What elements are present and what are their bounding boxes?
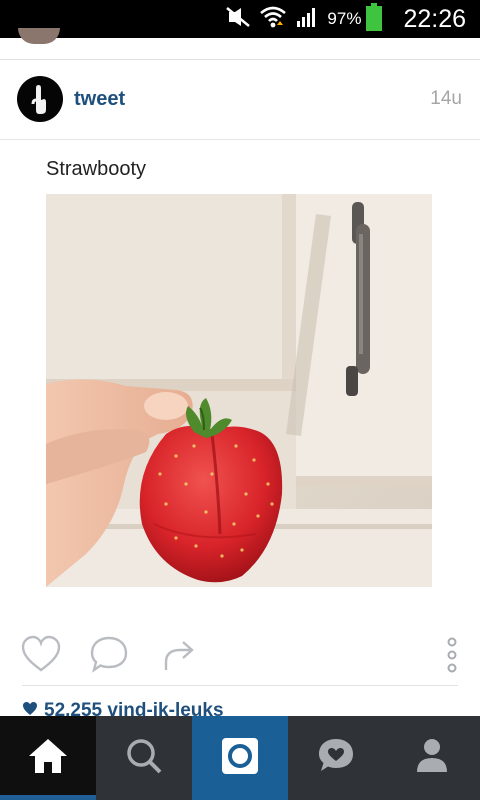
signal-icon — [295, 6, 319, 33]
battery-percent: 97% — [327, 9, 362, 28]
home-icon — [26, 736, 70, 781]
clock: 22:26 — [403, 4, 466, 33]
nav-search[interactable] — [96, 716, 192, 800]
avatar[interactable] — [17, 76, 63, 122]
nav-home[interactable] — [0, 716, 96, 800]
share-arrow-icon[interactable] — [160, 634, 200, 679]
battery-icon — [365, 2, 383, 36]
mute-icon — [225, 6, 251, 33]
bottom-nav — [0, 716, 480, 800]
nav-camera[interactable] — [192, 716, 288, 800]
status-bar: 97% 22:26 — [0, 0, 480, 38]
more-options-icon[interactable] — [442, 634, 462, 683]
camera-icon — [220, 736, 260, 781]
comment-bubble-icon[interactable] — [88, 634, 130, 679]
post-photo[interactable] — [46, 194, 432, 587]
nav-profile[interactable] — [384, 716, 480, 800]
like-heart-icon[interactable] — [20, 634, 62, 679]
nav-activity[interactable] — [288, 716, 384, 800]
post-timestamp: 14u — [430, 88, 462, 109]
search-icon — [124, 736, 164, 781]
previous-post-avatar[interactable] — [18, 28, 60, 44]
post-caption: Strawbooty — [46, 158, 147, 180]
wifi-icon — [259, 5, 287, 34]
post-header: tweet 14u — [0, 60, 480, 138]
post-actions — [0, 630, 480, 680]
profile-icon — [414, 736, 450, 781]
divider — [0, 139, 480, 140]
username[interactable]: tweet — [74, 88, 125, 111]
activity-heart-icon — [316, 736, 356, 781]
divider — [22, 685, 458, 686]
